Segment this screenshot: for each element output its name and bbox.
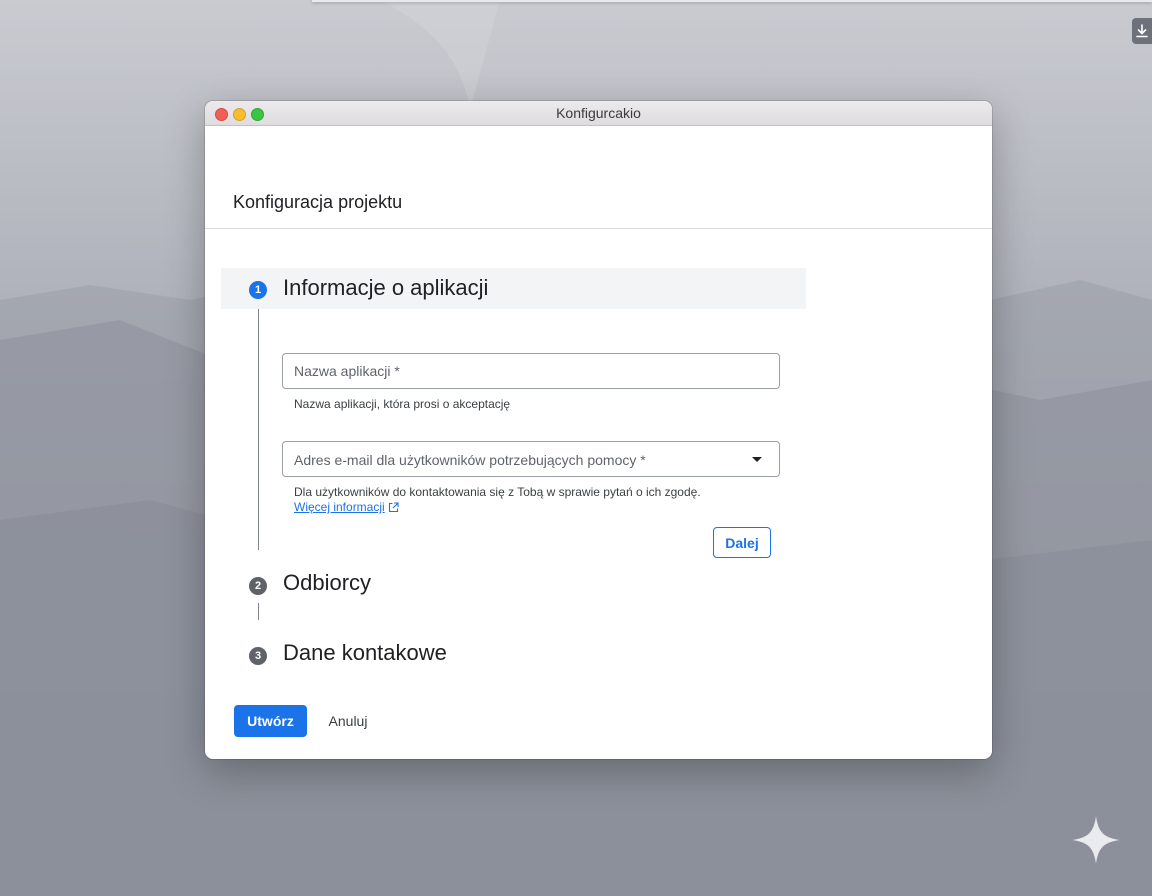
chevron-down-icon: [752, 457, 762, 462]
step-1-label: Informacje o aplikacji: [283, 275, 489, 300]
next-button[interactable]: Dalej: [713, 527, 771, 558]
window-title: Konfigurcakio: [556, 105, 641, 121]
app-name-input[interactable]: [283, 354, 734, 388]
step-1-number: 1: [249, 281, 267, 299]
app-name-field[interactable]: [282, 353, 780, 389]
more-info-link-label: Więcej informacji: [294, 500, 385, 514]
page-title: Konfiguracja projektu: [233, 192, 403, 212]
cancel-button[interactable]: Anuluj: [319, 705, 377, 737]
create-button[interactable]: Utwórz: [234, 705, 307, 737]
step-1-connector: [258, 309, 259, 550]
support-email-hint: Dla użytkowników do kontaktowania się z …: [294, 485, 701, 499]
step-2-connector: [258, 603, 259, 620]
app-window: Konfigurcakio Konfiguracja projektu 1 In…: [205, 101, 992, 759]
support-email-select-value: Adres e-mail dla użytkowników potrzebują…: [294, 452, 646, 468]
download-icon: [1136, 24, 1148, 38]
step-3-number: 3: [249, 647, 267, 665]
background-window-edge: [312, 0, 1152, 2]
download-button[interactable]: [1132, 18, 1152, 44]
support-email-select[interactable]: Adres e-mail dla użytkowników potrzebują…: [282, 441, 780, 477]
step-3-label[interactable]: Dane kontakowe: [283, 640, 447, 666]
header-divider: [205, 228, 992, 229]
more-info-link[interactable]: Więcej informacji: [294, 500, 399, 514]
step-2-number: 2: [249, 577, 267, 595]
sparkle-icon: [1072, 816, 1120, 864]
app-name-hint: Nazwa aplikacji, która prosi o akceptacj…: [294, 397, 511, 411]
external-link-icon: [388, 501, 399, 512]
step-2-label[interactable]: Odbiorcy: [283, 570, 371, 596]
window-titlebar[interactable]: Konfigurcakio: [205, 101, 992, 126]
